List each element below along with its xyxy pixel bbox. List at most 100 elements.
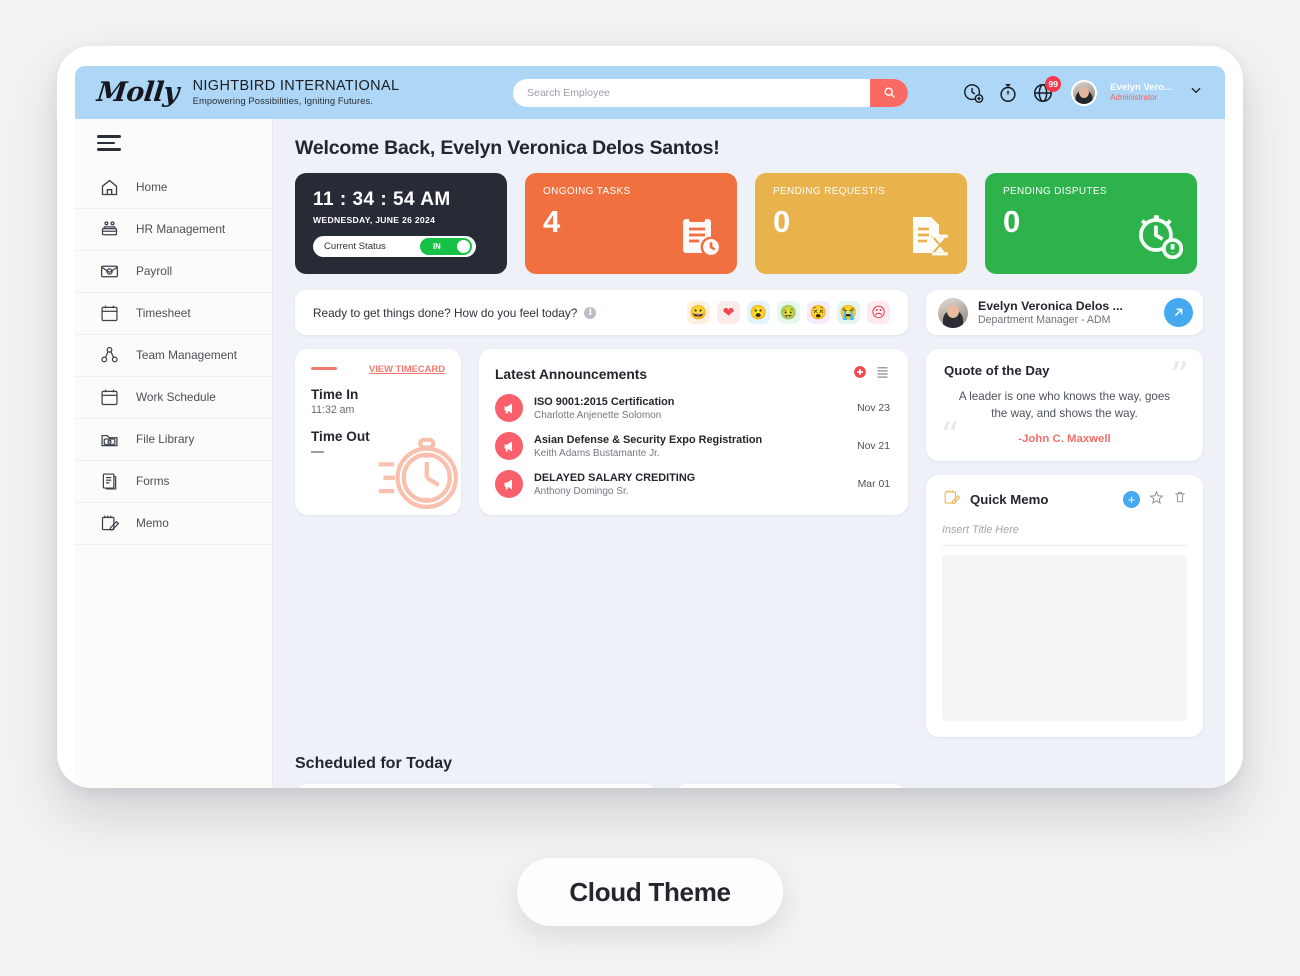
- stopwatch-illustration-icon: [375, 426, 461, 515]
- add-memo-icon[interactable]: +: [1123, 491, 1140, 509]
- mood-sick-icon[interactable]: 🤢: [777, 301, 800, 324]
- clock-add-icon[interactable]: [962, 82, 984, 104]
- announcement-date: Mar 01: [857, 478, 890, 490]
- announcements-title: Latest Announcements: [495, 366, 648, 382]
- sidebar-item-label: Work Schedule: [136, 390, 216, 405]
- search-input[interactable]: [513, 86, 870, 99]
- progress-column: 100% Timesheet Today's Total Progress Ju…: [674, 783, 907, 788]
- header-avatar[interactable]: [1071, 79, 1098, 106]
- sidebar-item-work-schedule[interactable]: Work Schedule: [75, 377, 272, 419]
- globe-notification-icon[interactable]: 99: [1032, 75, 1062, 104]
- delete-memo-icon[interactable]: [1173, 490, 1187, 509]
- stopwatch-icon[interactable]: [997, 82, 1019, 104]
- mood-sad-icon[interactable]: ☹: [867, 301, 890, 324]
- time-in-label: Time In: [311, 387, 359, 402]
- announcement-row[interactable]: ISO 9001:2015 Certification Charlotte An…: [495, 394, 890, 422]
- scheduled-title: Scheduled for Today: [295, 754, 453, 772]
- memo-note-icon: [942, 488, 961, 512]
- stat-card-ongoing-tasks[interactable]: ONGOING TASKS 4: [525, 173, 737, 274]
- announcement-title: ISO 9001:2015 Certification: [534, 395, 675, 408]
- company-name: NIGHTBIRD INTERNATIONAL: [192, 77, 400, 94]
- mid-row: VIEW TIMECARD Time In 11:32 am Time Out: [295, 349, 1203, 737]
- announcement-title: DELAYED SALARY CREDITING: [534, 471, 696, 484]
- profile-role: Department Manager - ADM: [978, 314, 1111, 327]
- memo-body-input[interactable]: [942, 554, 1187, 721]
- sidebar-item-memo[interactable]: Memo: [75, 503, 272, 545]
- sidebar-item-team-management[interactable]: Team Management: [75, 335, 272, 377]
- memo-title-placeholder[interactable]: Insert Title Here: [942, 524, 1187, 546]
- header-user-name: Evelyn Vero...: [1110, 82, 1172, 93]
- brand: Molly NIGHTBIRD INTERNATIONAL Empowering…: [95, 77, 497, 108]
- timecard-accent: [311, 366, 337, 371]
- app-header: Molly NIGHTBIRD INTERNATIONAL Empowering…: [75, 66, 1225, 119]
- time-out-value: [311, 451, 324, 454]
- stat-title: ONGOING TASKS: [543, 186, 631, 197]
- file-library-icon: [99, 429, 120, 450]
- quote-title: Quote of the Day: [944, 363, 1050, 378]
- sidebar-item-payroll[interactable]: Payroll: [75, 251, 272, 293]
- info-icon[interactable]: i: [584, 306, 597, 319]
- mood-heart-icon[interactable]: ❤: [717, 301, 740, 324]
- user-menu-chevron-down-icon[interactable]: [1189, 83, 1203, 102]
- theme-caption: Cloud Theme: [517, 858, 783, 926]
- profile-avatar: [938, 297, 968, 328]
- molly-logo: Molly: [95, 77, 181, 108]
- stat-card-pending-requests[interactable]: PENDING REQUEST/S 0: [755, 173, 967, 274]
- profile-name: Evelyn Veronica Delos ...: [978, 298, 1123, 313]
- sidebar-item-file-library[interactable]: File Library: [75, 419, 272, 461]
- clock-card: 11 : 34 : 54 AM WEDNESDAY, JUNE 26 2024 …: [295, 173, 507, 274]
- sidebar-item-forms[interactable]: Forms: [75, 461, 272, 503]
- sidebar-item-label: File Library: [136, 432, 195, 447]
- header-actions: 99 Evelyn Vero... Administrator: [962, 75, 1203, 106]
- announcement-list-icon[interactable]: [875, 364, 890, 384]
- progress-card: 100% Timesheet Today's Total Progress: [674, 783, 907, 788]
- quote-mark-icon: “: [940, 413, 960, 458]
- announcement-row[interactable]: Asian Defense & Security Expo Registrati…: [495, 432, 890, 460]
- favorite-star-icon[interactable]: [1149, 490, 1164, 510]
- search-bar[interactable]: [513, 78, 908, 107]
- document-hourglass-icon: [905, 211, 953, 264]
- device-frame: Molly NIGHTBIRD INTERNATIONAL Empowering…: [57, 46, 1243, 788]
- add-announcement-icon[interactable]: [853, 365, 867, 384]
- sidebar-item-timesheet[interactable]: Timesheet: [75, 293, 272, 335]
- search-button[interactable]: [870, 78, 908, 107]
- mood-dizzy-icon[interactable]: 😵: [807, 301, 830, 324]
- mood-card: Ready to get things done? How do you fee…: [295, 290, 908, 335]
- quote-mark-icon: ”: [1169, 354, 1189, 398]
- hr-desk-icon: [99, 219, 120, 240]
- forms-icon: [99, 471, 120, 492]
- sidebar-item-home[interactable]: Home: [75, 167, 272, 209]
- company-tagline: Empowering Possibilities, Igniting Futur…: [192, 95, 374, 107]
- arrow-up-right-icon[interactable]: [1164, 298, 1193, 327]
- work-schedule-calendar-icon: [99, 387, 120, 408]
- right-column: ” “ Quote of the Day A leader is one who…: [926, 349, 1203, 737]
- stat-card-pending-disputes[interactable]: PENDING DISPUTES 0: [985, 173, 1197, 274]
- notification-badge: 99: [1045, 75, 1062, 92]
- profile-card[interactable]: Evelyn Veronica Delos ... Department Man…: [926, 290, 1203, 335]
- sidebar-item-label: Memo: [136, 516, 169, 531]
- mood-grinning-icon[interactable]: 😀: [687, 301, 710, 324]
- stat-cards-row: 11 : 34 : 54 AM WEDNESDAY, JUNE 26 2024 …: [295, 173, 1203, 274]
- sidebar-item-label: Payroll: [136, 264, 173, 279]
- scheduled-row: Timesheet VIEW ALL: [295, 783, 1203, 788]
- megaphone-icon: [495, 394, 523, 422]
- time-in-value: 11:32 am: [311, 404, 355, 416]
- sidebar-item-label: Team Management: [136, 348, 237, 363]
- mood-crying-icon[interactable]: 😭: [837, 301, 860, 324]
- announcement-date: Nov 23: [857, 402, 890, 414]
- stat-title: PENDING REQUEST/S: [773, 186, 886, 197]
- timecard-widget: VIEW TIMECARD Time In 11:32 am Time Out: [295, 349, 461, 515]
- status-switch[interactable]: IN: [420, 238, 472, 255]
- mood-shocked-icon[interactable]: 😮: [747, 301, 770, 324]
- timesheet-schedule-card: Timesheet VIEW ALL: [295, 783, 658, 788]
- sidebar-item-hr-management[interactable]: HR Management: [75, 209, 272, 251]
- announcement-row[interactable]: DELAYED SALARY CREDITING Anthony Domingo…: [495, 470, 890, 498]
- view-timecard-link[interactable]: VIEW TIMECARD: [369, 363, 445, 374]
- main-content: Welcome Back, Evelyn Veronica Delos Sant…: [273, 119, 1225, 788]
- sidebar-toggle-button[interactable]: [75, 119, 272, 167]
- current-status-toggle[interactable]: Current Status IN: [313, 236, 476, 257]
- quote-text: A leader is one who knows the way, goes …: [958, 390, 1171, 420]
- mood-question: Ready to get things done? How do you fee…: [313, 305, 578, 320]
- sidebar-item-label: HR Management: [136, 222, 226, 237]
- announcement-author: Keith Adams Bustamante Jr.: [534, 448, 660, 460]
